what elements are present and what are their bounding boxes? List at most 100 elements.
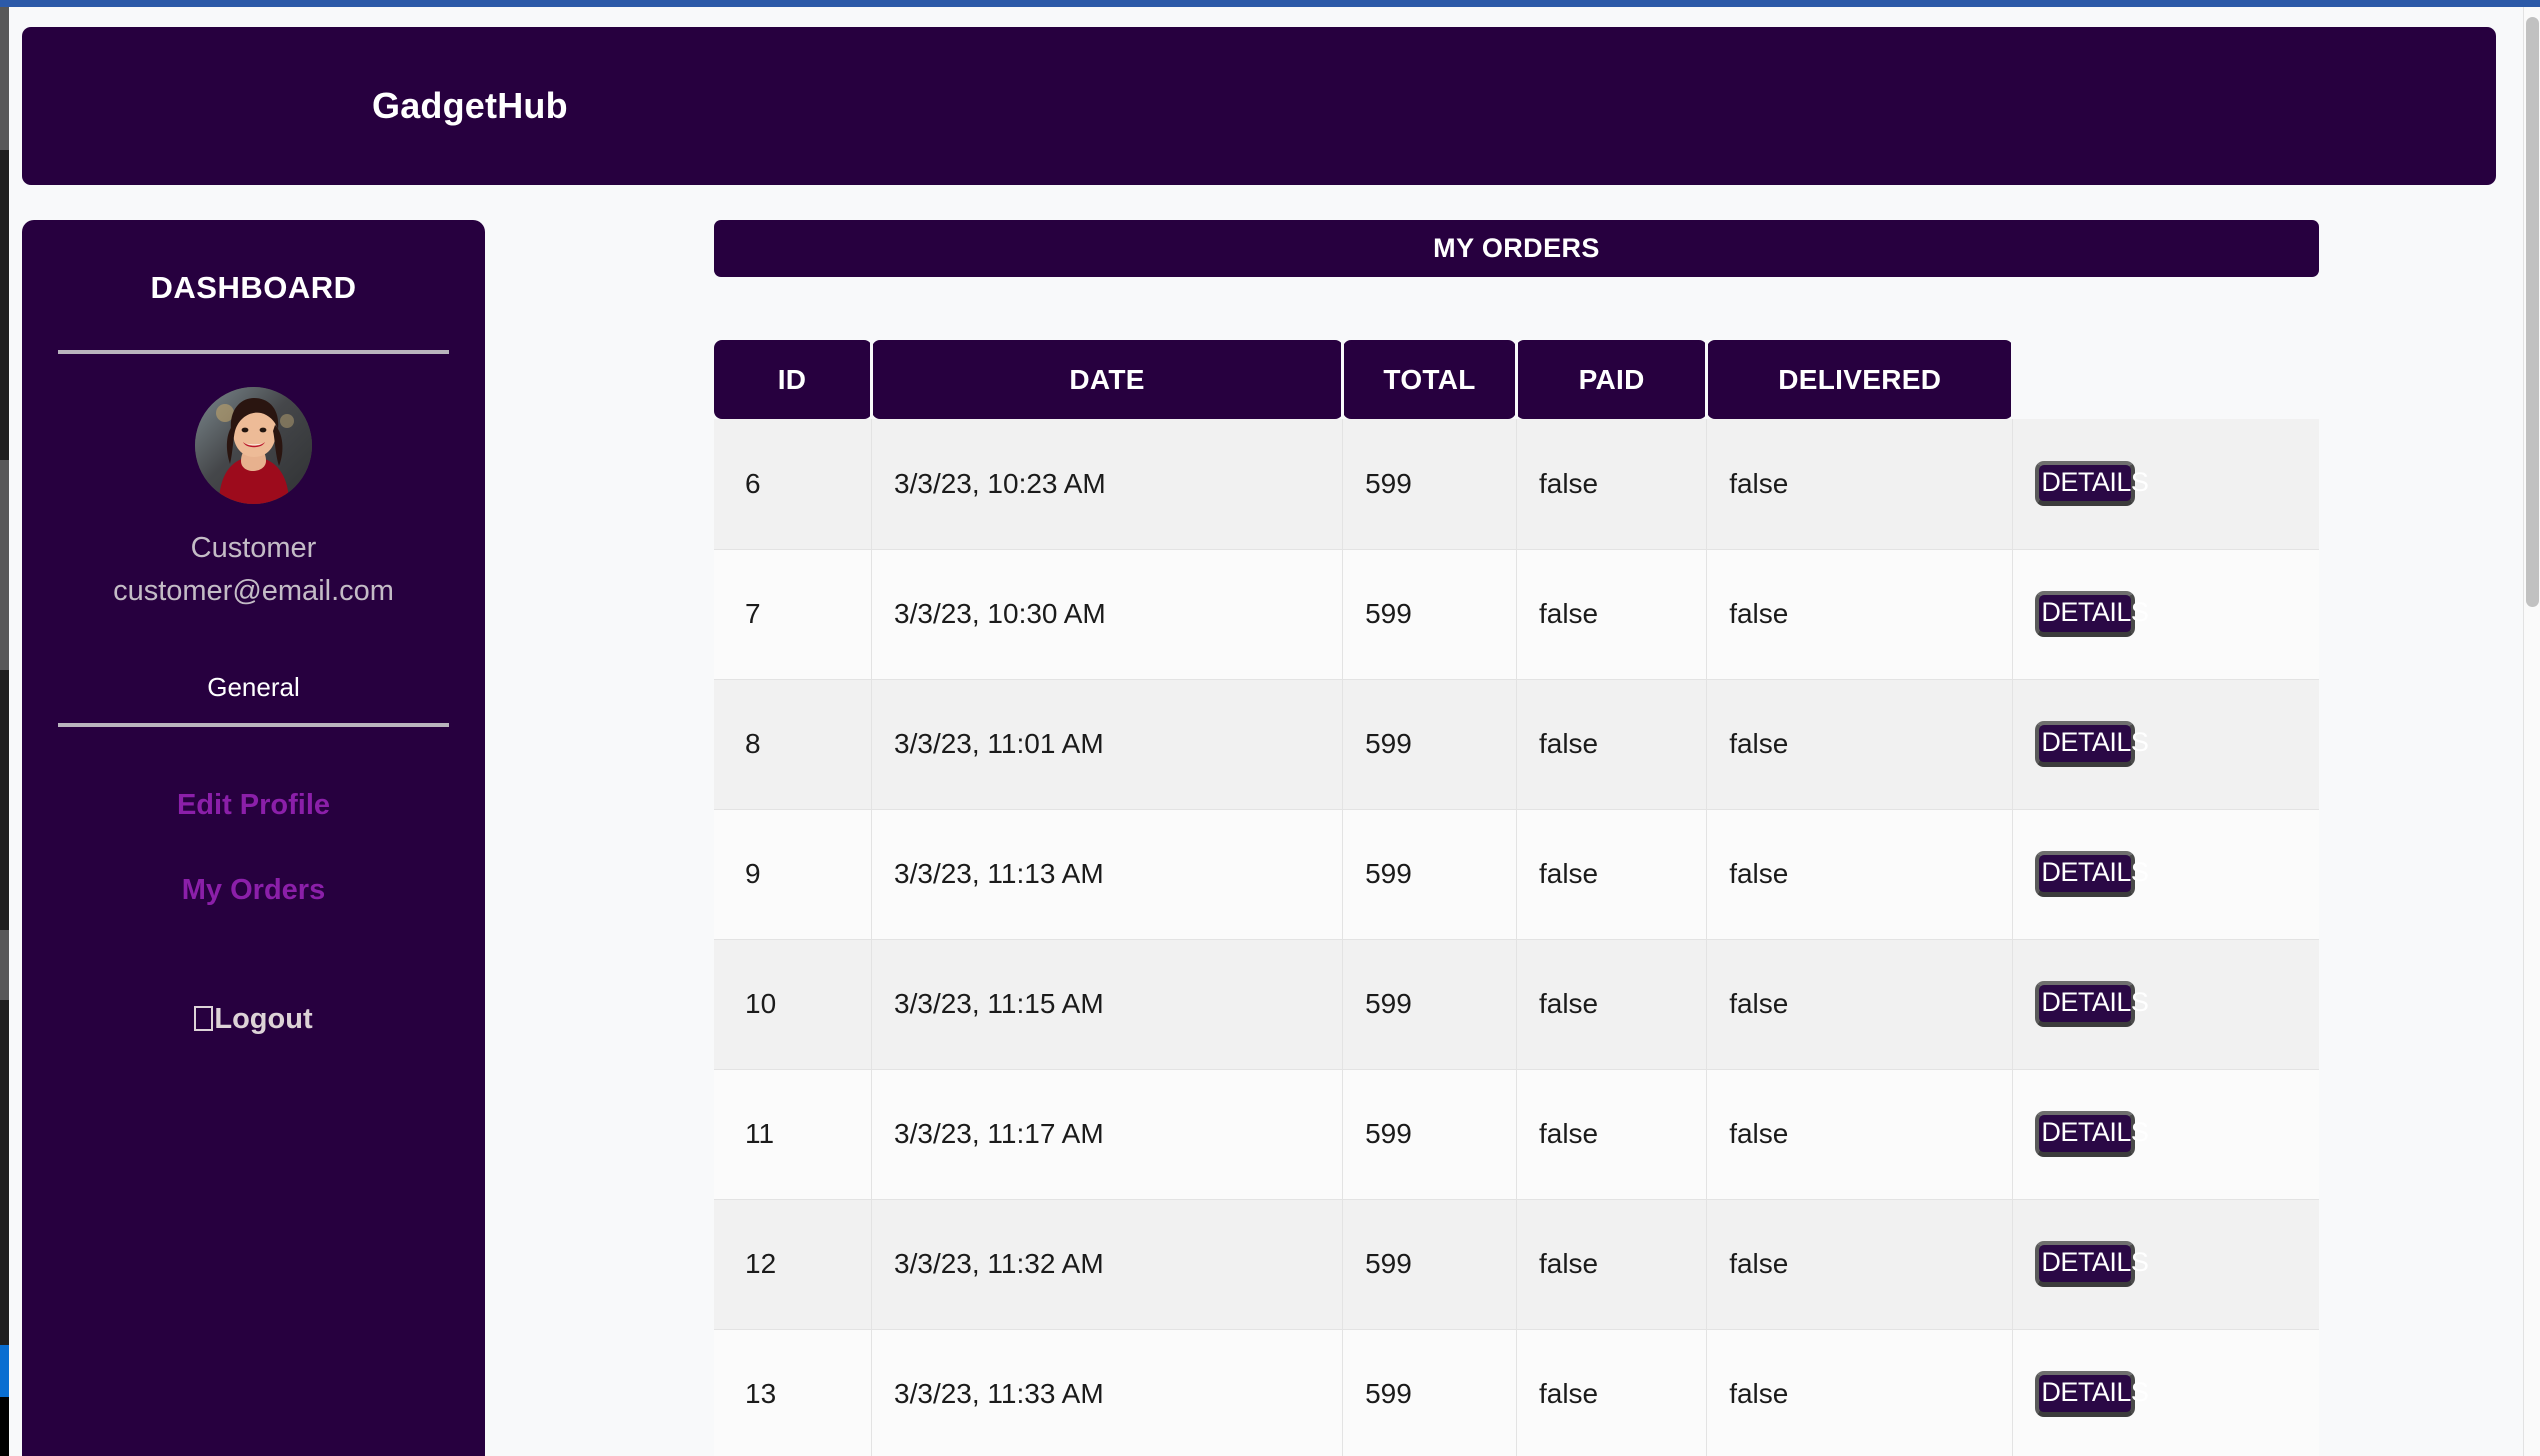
- left-gutter-segment: [0, 0, 9, 150]
- cell-actions: DETAILS: [2013, 1069, 2319, 1199]
- profile-email: customer@email.com: [58, 577, 449, 606]
- sidebar-divider: [58, 350, 449, 354]
- profile-name: Customer: [58, 534, 449, 563]
- cell-paid: false: [1516, 1069, 1706, 1199]
- cell-date: 3/3/23, 11:01 AM: [872, 679, 1343, 809]
- column-header-id[interactable]: ID: [714, 340, 872, 419]
- cell-date: 3/3/23, 10:23 AM: [872, 419, 1343, 549]
- cell-paid: false: [1516, 1329, 1706, 1456]
- orders-table-body: 63/3/23, 10:23 AM599falsefalseDETAILS73/…: [714, 419, 2319, 1456]
- cell-total: 599: [1343, 1329, 1517, 1456]
- details-button[interactable]: DETAILS: [2035, 851, 2135, 896]
- sidebar-item-edit-profile[interactable]: Edit Profile: [58, 789, 449, 822]
- table-row: 73/3/23, 10:30 AM599falsefalseDETAILS: [714, 549, 2319, 679]
- scrollbar-thumb[interactable]: [2526, 17, 2539, 607]
- table-row: 113/3/23, 11:17 AM599falsefalseDETAILS: [714, 1069, 2319, 1199]
- sidebar-title: DASHBOARD: [58, 220, 449, 306]
- table-row: 83/3/23, 11:01 AM599falsefalseDETAILS: [714, 679, 2319, 809]
- column-header-paid[interactable]: PAID: [1516, 340, 1706, 419]
- column-header-date[interactable]: DATE: [872, 340, 1343, 419]
- cell-total: 599: [1343, 1069, 1517, 1199]
- cell-actions: DETAILS: [2013, 549, 2319, 679]
- cell-id: 12: [714, 1199, 872, 1329]
- avatar-photo-icon: [195, 387, 312, 504]
- orders-table-head: ID DATE TOTAL PAID DELIVERED: [714, 340, 2319, 419]
- cell-date: 3/3/23, 11:15 AM: [872, 939, 1343, 1069]
- details-button[interactable]: DETAILS: [2035, 1371, 2135, 1416]
- table-row: 63/3/23, 10:23 AM599falsefalseDETAILS: [714, 419, 2319, 549]
- missing-glyph-box-icon: [194, 1006, 213, 1031]
- details-button[interactable]: DETAILS: [2035, 721, 2135, 766]
- cell-actions: DETAILS: [2013, 1329, 2319, 1456]
- table-row: 123/3/23, 11:32 AM599falsefalseDETAILS: [714, 1199, 2319, 1329]
- cell-delivered: false: [1707, 419, 2013, 549]
- main-content: MY ORDERS ID DATE TOTAL PAID DELIVERED: [714, 220, 2319, 1456]
- cell-id: 6: [714, 419, 872, 549]
- logout-button[interactable]: Logout: [58, 1003, 449, 1036]
- table-row: 93/3/23, 11:13 AM599falsefalseDETAILS: [714, 809, 2319, 939]
- cell-id: 13: [714, 1329, 872, 1456]
- cell-delivered: false: [1707, 809, 2013, 939]
- column-header-actions: [2013, 340, 2319, 419]
- cell-id: 7: [714, 549, 872, 679]
- page-content: GadgetHub DASHBOARD: [9, 7, 2523, 1456]
- cell-date: 3/3/23, 11:33 AM: [872, 1329, 1343, 1456]
- cell-paid: false: [1516, 679, 1706, 809]
- page-scrollbar[interactable]: [2523, 7, 2540, 1456]
- cell-total: 599: [1343, 679, 1517, 809]
- column-header-total[interactable]: TOTAL: [1343, 340, 1517, 419]
- cell-date: 3/3/23, 11:32 AM: [872, 1199, 1343, 1329]
- cell-total: 599: [1343, 549, 1517, 679]
- cell-delivered: false: [1707, 1069, 2013, 1199]
- sidebar-section-divider: [58, 723, 449, 727]
- details-button[interactable]: DETAILS: [2035, 591, 2135, 636]
- cell-id: 9: [714, 809, 872, 939]
- orders-table: ID DATE TOTAL PAID DELIVERED 63/3/23, 10…: [714, 340, 2319, 1456]
- sidebar-section-label: General: [58, 672, 449, 703]
- browser-top-border: [0, 0, 2540, 7]
- avatar: [195, 387, 312, 504]
- cell-actions: DETAILS: [2013, 419, 2319, 549]
- left-gutter-segment: [0, 460, 9, 670]
- cell-paid: false: [1516, 939, 1706, 1069]
- cell-total: 599: [1343, 419, 1517, 549]
- cell-id: 8: [714, 679, 872, 809]
- browser-viewport: GadgetHub DASHBOARD: [0, 0, 2540, 1456]
- cell-paid: false: [1516, 419, 1706, 549]
- cell-actions: DETAILS: [2013, 679, 2319, 809]
- cell-date: 3/3/23, 10:30 AM: [872, 549, 1343, 679]
- cell-date: 3/3/23, 11:13 AM: [872, 809, 1343, 939]
- cell-paid: false: [1516, 1199, 1706, 1329]
- details-button[interactable]: DETAILS: [2035, 1241, 2135, 1286]
- cell-total: 599: [1343, 939, 1517, 1069]
- cell-delivered: false: [1707, 549, 2013, 679]
- table-row: 103/3/23, 11:15 AM599falsefalseDETAILS: [714, 939, 2319, 1069]
- left-gutter-segment: [0, 1397, 9, 1456]
- cell-date: 3/3/23, 11:17 AM: [872, 1069, 1343, 1199]
- cell-actions: DETAILS: [2013, 939, 2319, 1069]
- cell-delivered: false: [1707, 679, 2013, 809]
- cell-paid: false: [1516, 549, 1706, 679]
- cell-paid: false: [1516, 809, 1706, 939]
- site-header: GadgetHub: [22, 27, 2496, 185]
- left-gutter-segment: [0, 930, 9, 1000]
- left-edge-gutter: [0, 0, 9, 1456]
- cell-total: 599: [1343, 809, 1517, 939]
- dashboard-sidebar: DASHBOARD: [22, 220, 485, 1456]
- left-gutter-highlight: [0, 1345, 9, 1397]
- cell-actions: DETAILS: [2013, 1199, 2319, 1329]
- cell-delivered: false: [1707, 939, 2013, 1069]
- details-button[interactable]: DETAILS: [2035, 461, 2135, 506]
- sidebar-item-my-orders[interactable]: My Orders: [58, 874, 449, 907]
- cell-delivered: false: [1707, 1199, 2013, 1329]
- cell-delivered: false: [1707, 1329, 2013, 1456]
- cell-total: 599: [1343, 1199, 1517, 1329]
- logout-label: Logout: [214, 1003, 312, 1035]
- brand-logo-text[interactable]: GadgetHub: [372, 85, 568, 127]
- cell-id: 11: [714, 1069, 872, 1199]
- cell-id: 10: [714, 939, 872, 1069]
- details-button[interactable]: DETAILS: [2035, 1111, 2135, 1156]
- cell-actions: DETAILS: [2013, 809, 2319, 939]
- column-header-delivered[interactable]: DELIVERED: [1707, 340, 2013, 419]
- details-button[interactable]: DETAILS: [2035, 981, 2135, 1026]
